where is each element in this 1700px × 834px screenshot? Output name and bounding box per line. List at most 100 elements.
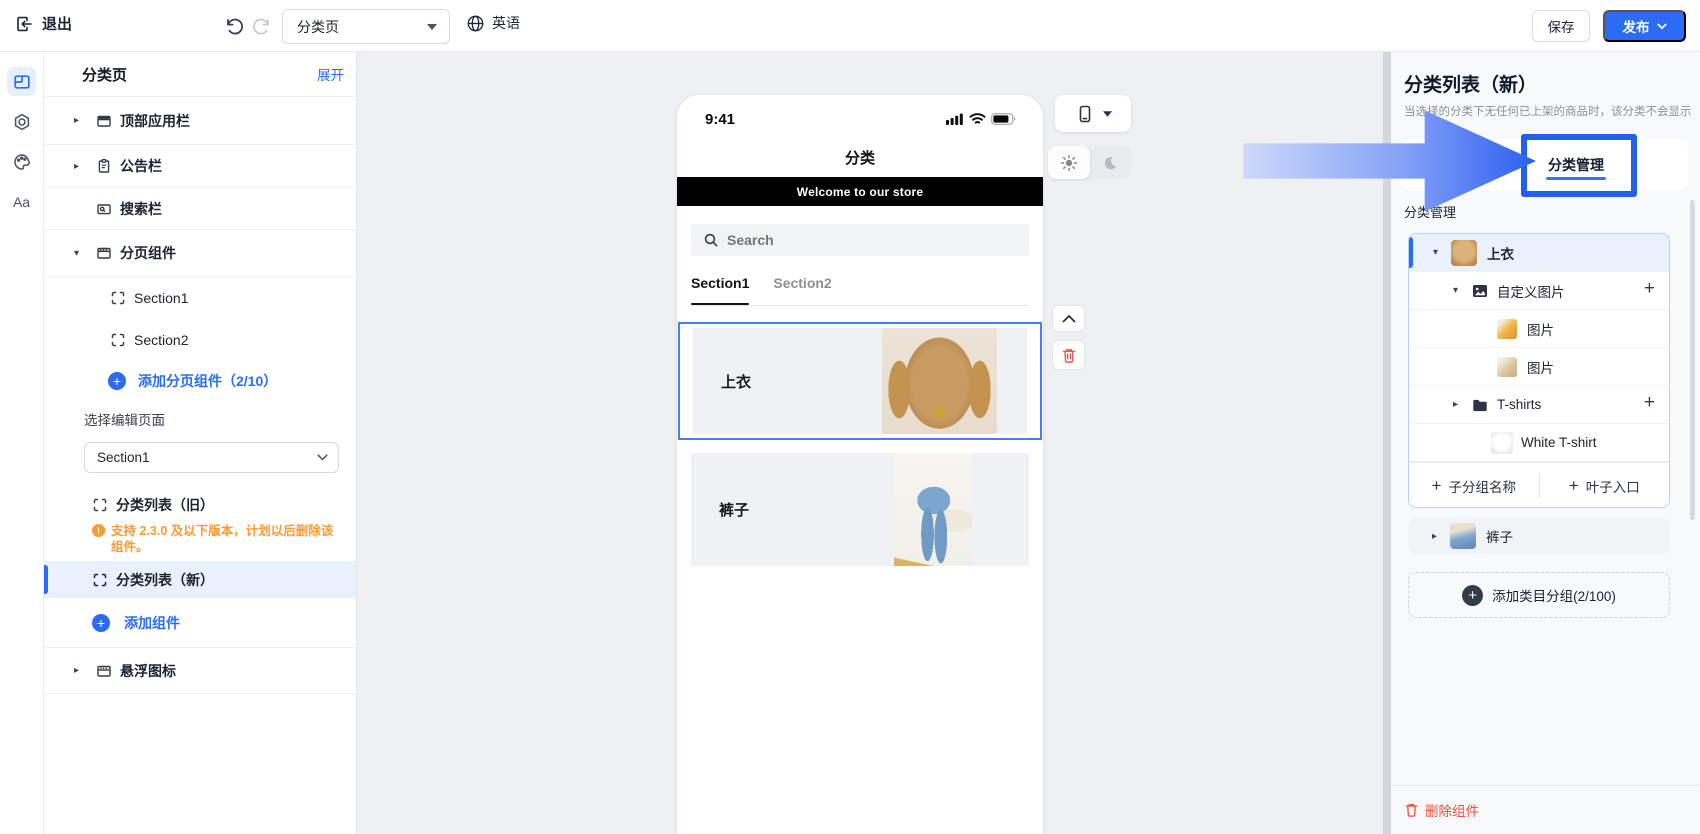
caret-right-icon[interactable]: ▸ [1432, 531, 1450, 542]
caret-right-icon[interactable]: ▸ [74, 115, 96, 126]
search-bar-icon [96, 201, 120, 217]
page-selector-dropdown[interactable]: 分类页 [282, 9, 450, 44]
deprecation-warning: ! 支持 2.3.0 及以下版本，计划以后删除该组件。 [92, 523, 342, 555]
phone-nav-title: 分类 [844, 149, 875, 167]
add-leaf-button[interactable]: + 叶子入口 [1540, 463, 1670, 507]
redo-button[interactable] [250, 14, 274, 38]
panel-title: 分类列表（新） [1404, 75, 1538, 96]
add-subgroup-button[interactable]: + 子分组名称 [1409, 463, 1539, 507]
plus-circle-icon: + [1462, 584, 1484, 606]
tree-row-custom-image[interactable]: ▾ 自定义图片 + [1409, 272, 1669, 310]
announcement-banner[interactable]: Welcome to our store [677, 177, 1043, 206]
language-label: 英语 [492, 15, 520, 31]
layer-item-category-list-new[interactable]: 分类列表（新） [44, 561, 356, 598]
category-row-tops[interactable]: 上衣 [693, 328, 1027, 434]
light-mode-button[interactable] [1048, 146, 1090, 179]
active-tab-underline [1546, 176, 1606, 180]
caret-down-icon[interactable]: ▾ [1453, 285, 1471, 296]
tab-category-management[interactable]: 分类管理 [1546, 139, 1606, 190]
battery-icon [991, 113, 1016, 125]
category-image-tops [882, 328, 997, 434]
delete-component-button[interactable]: 删除组件 [1404, 800, 1479, 820]
settings-panel: 分类列表（新） 当选择的分类下无任何已上架的商品时，该分类不会显示 设置 分类管… [1391, 52, 1700, 834]
tab-settings[interactable]: 设置 [1484, 139, 1512, 190]
layer-item-top-app-bar[interactable]: ▸ 顶部应用栏 [44, 97, 356, 145]
phone-tab-section2[interactable]: Section2 [773, 266, 831, 305]
tree-row-tops[interactable]: ▾ 上衣 [1409, 234, 1669, 272]
add-child-button[interactable]: + [1644, 393, 1655, 412]
layer-item-announcement-bar[interactable]: ▸ 公告栏 [44, 145, 356, 188]
plus-icon: + [1568, 476, 1579, 495]
expand-all-link[interactable]: 展开 [317, 64, 344, 84]
exit-button[interactable]: 退出 [14, 13, 72, 34]
caret-right-icon[interactable]: ▸ [74, 161, 96, 172]
language-button[interactable]: 英语 [466, 13, 520, 33]
image-thumbnail [1497, 318, 1517, 339]
rail-item-layout[interactable] [7, 67, 36, 96]
layer-item-category-list-old[interactable]: 分类列表（旧） [44, 489, 356, 521]
rail-item-settings[interactable] [7, 107, 36, 136]
rail-item-typography[interactable]: Aa [7, 187, 36, 216]
plus-circle-icon: + [108, 372, 126, 390]
delete-section-button[interactable] [1052, 340, 1085, 370]
layer-item-pagination-component[interactable]: ▾ 分页组件 [44, 230, 356, 277]
add-category-group-button[interactable]: + 添加类目分组(2/100) [1408, 572, 1670, 618]
add-pagination-button[interactable]: + 添加分页组件（2/10） [44, 361, 356, 401]
canvas-scrollbar[interactable] [1383, 52, 1391, 834]
caret-down-icon[interactable]: ▾ [1433, 247, 1451, 258]
tree-row-image-1[interactable]: 图片 [1409, 310, 1669, 348]
pants-thumbnail [1450, 523, 1476, 549]
undo-button[interactable] [222, 14, 246, 38]
device-selector-button[interactable] [1055, 95, 1131, 132]
typography-icon: Aa [12, 193, 31, 210]
phone-tab-section1[interactable]: Section1 [691, 266, 750, 305]
save-button[interactable]: 保存 [1532, 10, 1590, 42]
edit-page-dropdown-value: Section1 [97, 450, 150, 465]
caret-down-icon[interactable]: ▾ [74, 248, 96, 259]
exit-label: 退出 [42, 16, 73, 33]
tops-thumbnail [1451, 239, 1477, 266]
layer-item-section2[interactable]: Section2 [44, 319, 356, 361]
dark-mode-button[interactable] [1090, 146, 1132, 179]
category-management-label: 分类管理 [1404, 205, 1457, 220]
phone-preview: 9:41 分类 Welcome to our store Search Sect… [677, 95, 1043, 834]
select-edit-page-label: 选择编辑页面 [84, 413, 165, 428]
phone-section-tabs: Section1 Section2 [691, 266, 1029, 306]
section-brackets-icon [92, 572, 116, 588]
layer-item-section1[interactable]: Section1 [44, 277, 356, 319]
tree-row-pants[interactable]: ▸ 裤子 [1408, 518, 1670, 554]
undo-icon [227, 18, 243, 35]
palette-icon [13, 153, 30, 170]
add-child-button[interactable]: + [1644, 279, 1655, 298]
image-thumbnail [1497, 356, 1517, 377]
layer-item-floating-icon[interactable]: ▸ 悬浮图标 [44, 648, 356, 694]
tree-row-white-tshirt[interactable]: White T-shirt [1409, 424, 1669, 462]
tree-row-image-2[interactable]: 图片 [1409, 348, 1669, 386]
phone-search-bar[interactable]: Search [691, 224, 1029, 256]
chevron-down-icon [1102, 110, 1112, 117]
category-tree: ▾ 上衣 ▾ 自定义图片 + 图片 图片 ▸ T-shirts + White … [1408, 233, 1670, 508]
exit-icon [17, 16, 32, 31]
search-icon [704, 233, 718, 247]
publish-button[interactable]: 发布 [1603, 10, 1686, 42]
add-component-button[interactable]: + 添加组件 [44, 598, 356, 648]
section-brackets-icon [110, 290, 134, 306]
mobile-device-icon [1079, 105, 1090, 122]
caret-right-icon[interactable]: ▸ [1453, 399, 1471, 410]
warning-icon: ! [92, 524, 105, 537]
layer-item-search-bar[interactable]: 搜索栏 [44, 188, 356, 230]
panel-bottom-bar: 删除组件 [1391, 785, 1700, 834]
plus-icon: + [1431, 476, 1442, 495]
caret-right-icon[interactable]: ▸ [74, 665, 96, 676]
rail-item-theme[interactable] [7, 147, 36, 176]
redo-icon [253, 18, 269, 35]
pagination-icon [96, 245, 120, 261]
tree-row-tshirts[interactable]: ▸ T-shirts + [1409, 386, 1669, 424]
panel-scrollbar[interactable] [1690, 200, 1695, 520]
move-section-up-button[interactable] [1052, 305, 1085, 332]
category-image-pants [894, 453, 972, 566]
category-row-pants[interactable]: 裤子 [691, 453, 1029, 566]
edit-page-dropdown[interactable]: Section1 [84, 442, 339, 473]
moon-icon [1105, 156, 1117, 169]
chevron-down-icon [317, 454, 328, 461]
